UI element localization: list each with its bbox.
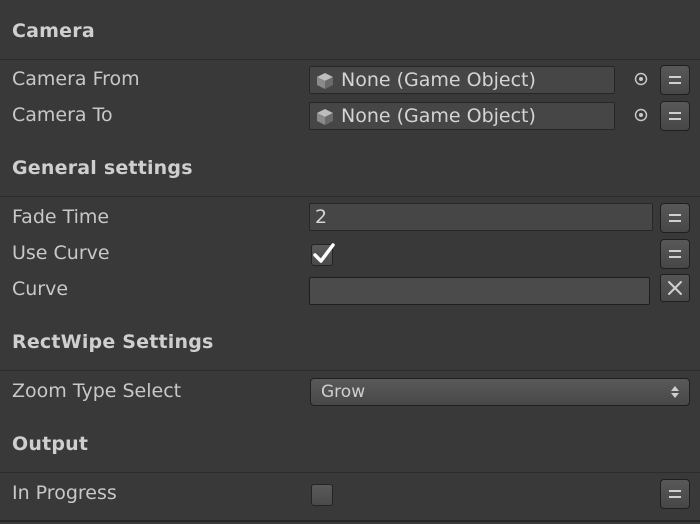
close-icon [668,281,682,295]
fade-time-label: Fade Time [12,206,110,228]
section-title-camera: Camera [12,20,95,42]
equals-icon [669,214,681,216]
camera-from-value: None (Game Object) [341,69,536,91]
use-curve-menu-button[interactable] [660,239,690,269]
equals-icon [669,112,681,114]
use-curve-checkbox[interactable] [311,243,335,266]
fade-time-value: 2 [315,206,328,228]
section-title-output: Output [12,433,89,455]
camera-from-label: Camera From [12,68,140,90]
use-curve-label: Use Curve [12,242,110,264]
section-divider [0,59,700,60]
updown-arrows-icon [671,386,679,398]
gameobject-cube-icon [317,109,333,125]
camera-to-field[interactable]: None (Game Object) [309,102,615,130]
zoom-type-dropdown[interactable]: Grow [310,378,690,406]
in-progress-menu-button[interactable] [660,479,690,509]
fade-time-menu-button[interactable] [660,203,690,233]
fade-time-input[interactable]: 2 [309,203,653,231]
checkmark-icon [313,243,335,263]
section-divider [0,472,700,473]
camera-from-menu-button[interactable] [660,65,690,95]
bottom-divider [0,520,700,522]
section-divider [0,196,700,197]
zoom-type-label: Zoom Type Select [12,380,182,402]
clear-curve-button[interactable] [660,274,690,302]
gameobject-cube-icon [317,73,333,89]
in-progress-label: In Progress [12,482,117,504]
section-title-general-settings: General settings [12,157,193,179]
camera-to-value: None (Game Object) [341,105,536,127]
camera-to-menu-button[interactable] [660,101,690,131]
curve-label: Curve [12,278,69,300]
camera-from-field[interactable]: None (Game Object) [309,66,615,94]
equals-icon [669,250,681,252]
equals-icon [669,490,681,492]
object-picker-icon[interactable] [633,71,649,87]
object-picker-icon[interactable] [633,107,649,123]
section-divider [0,370,700,371]
camera-to-label: Camera To [12,104,113,126]
curve-field[interactable] [309,277,650,305]
equals-icon [669,76,681,78]
zoom-type-value: Grow [321,382,366,402]
section-title-rectwipe-settings: RectWipe Settings [12,331,214,353]
in-progress-checkbox[interactable] [311,484,333,506]
